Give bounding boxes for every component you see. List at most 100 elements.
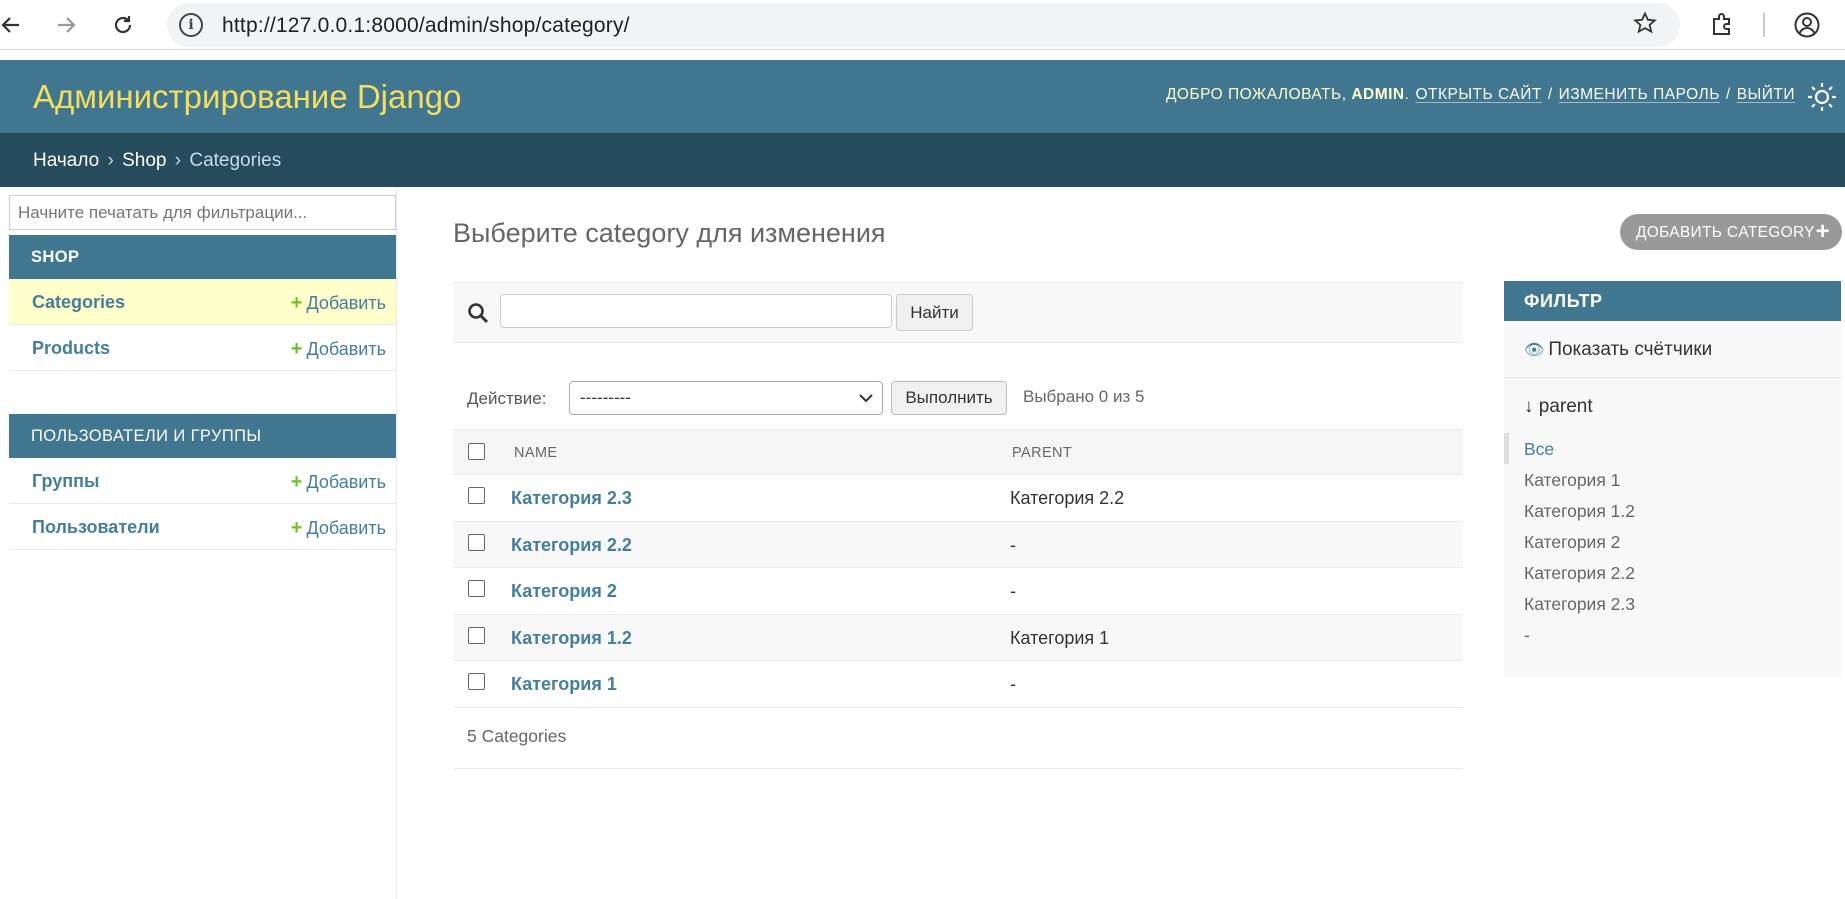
- back-arrow-icon[interactable]: [0, 8, 28, 42]
- model-link-groups[interactable]: Группы: [32, 471, 99, 492]
- filter-choice[interactable]: Категория 1.2: [1504, 495, 1841, 526]
- site-branding[interactable]: Администрирование Django: [33, 78, 461, 116]
- result-count: 5 Categories: [467, 725, 567, 746]
- plus-icon: +: [290, 471, 303, 493]
- change-password-link[interactable]: Изменить пароль: [1559, 86, 1720, 104]
- plus-icon: +: [290, 517, 303, 539]
- action-counter: Выбрано 0 из 5: [1023, 387, 1145, 406]
- action-select[interactable]: ---------: [569, 381, 883, 415]
- sidebar-item-products[interactable]: Products + Добавить: [9, 325, 396, 371]
- table-header: Name Parent: [453, 429, 1463, 475]
- row-checkbox[interactable]: [468, 487, 485, 504]
- logout-link[interactable]: Выйти: [1737, 86, 1795, 104]
- actions-bar: Действие: --------- Выполнить Выбрано 0 …: [453, 378, 1463, 428]
- run-action-button[interactable]: Выполнить: [891, 381, 1007, 415]
- browser-toolbar: i http://127.0.0.1:8000/admin/shop/categ…: [0, 0, 1845, 50]
- add-category-button[interactable]: Добавить category +: [1620, 214, 1842, 250]
- sidebar-item-groups[interactable]: Группы + Добавить: [9, 458, 396, 504]
- plus-icon: +: [290, 292, 303, 314]
- add-user-link[interactable]: + Добавить: [291, 517, 386, 540]
- action-label: Действие:: [467, 389, 547, 408]
- filter-choice[interactable]: Категория 2.2: [1504, 557, 1841, 588]
- filter-choice-empty[interactable]: -: [1504, 619, 1841, 650]
- site-info-icon[interactable]: i: [179, 13, 203, 37]
- filter-choice[interactable]: Категория 2: [1504, 526, 1841, 557]
- filter-choice-all[interactable]: Все: [1504, 433, 1841, 464]
- app-auth-caption[interactable]: Пользователи и группы: [9, 414, 396, 458]
- sidebar-item-users[interactable]: Пользователи + Добавить: [9, 504, 396, 550]
- changelist-search-toolbar: Найти: [453, 282, 1463, 343]
- action-select-value: ---------: [580, 388, 631, 407]
- select-all-checkbox[interactable]: [468, 443, 485, 460]
- view-site-link[interactable]: Открыть сайт: [1415, 86, 1541, 104]
- nav-sidebar: Shop Categories +Добавить Products +Доба…: [8, 187, 397, 899]
- theme-toggle-sun-icon[interactable]: [1805, 80, 1839, 114]
- add-product-link[interactable]: + Добавить: [291, 338, 386, 361]
- forward-arrow-icon[interactable]: [49, 8, 83, 42]
- row-parent: -: [1010, 534, 1016, 555]
- filter-choice[interactable]: Категория 2.3: [1504, 588, 1841, 619]
- result-list-table: Name Parent Категория 2.3 Категория 2.2 …: [453, 429, 1463, 769]
- search-icon: [467, 302, 489, 324]
- separator: /: [1547, 86, 1553, 103]
- row-parent: Категория 1: [1010, 627, 1110, 648]
- bookmark-star-icon[interactable]: [1630, 8, 1660, 38]
- table-row: Категория 2.3 Категория 2.2: [453, 475, 1463, 522]
- row-checkbox[interactable]: [468, 533, 485, 551]
- eye-icon: 👁: [1524, 342, 1545, 359]
- row-name-link[interactable]: Категория 2: [511, 581, 617, 602]
- column-header-parent[interactable]: Parent: [1012, 445, 1072, 461]
- paginator: 5 Categories: [453, 708, 1463, 769]
- extensions-icon[interactable]: [1705, 8, 1739, 42]
- add-group-link[interactable]: + Добавить: [291, 471, 386, 494]
- model-link-products[interactable]: Products: [32, 338, 110, 359]
- profile-icon[interactable]: [1790, 8, 1824, 42]
- model-link-categories[interactable]: Categories: [32, 292, 125, 313]
- toolbar-divider: [1763, 13, 1765, 37]
- app-shop-caption[interactable]: Shop: [9, 235, 396, 279]
- chevron-down-icon: [858, 390, 874, 411]
- show-counts-label: Показать счётчики: [1548, 339, 1713, 360]
- changelist-filter: Фильтр 👁 Показать счётчики ↓ parent Все К…: [1504, 281, 1841, 677]
- model-link-users[interactable]: Пользователи: [32, 517, 160, 538]
- add-category-link[interactable]: + Добавить: [291, 292, 386, 315]
- row-parent: -: [1010, 674, 1016, 694]
- site-header: Администрирование Django Добро пожаловат…: [0, 60, 1845, 133]
- plus-icon: +: [290, 338, 303, 360]
- row-parent: Категория 2.2: [1010, 488, 1125, 508]
- row-name-link[interactable]: Категория 2.2: [511, 535, 632, 556]
- breadcrumb: Начало › Shop › Categories: [0, 133, 1845, 187]
- user-tools: Добро пожаловать, admin. Открыть сайт / …: [1166, 86, 1795, 104]
- column-header-name[interactable]: Name: [514, 445, 558, 461]
- search-button[interactable]: Найти: [896, 294, 973, 331]
- row-name-link[interactable]: Категория 1.2: [511, 628, 632, 649]
- divider: [1504, 377, 1841, 378]
- breadcrumb-home[interactable]: Начало: [33, 150, 99, 171]
- search-input[interactable]: [500, 294, 892, 328]
- sidebar-item-categories[interactable]: Categories + Добавить: [9, 279, 396, 325]
- row-checkbox[interactable]: [468, 580, 485, 597]
- page-title: Выберите category для изменения: [453, 218, 886, 248]
- nav-filter-input[interactable]: [9, 195, 396, 230]
- table-row: Категория 2 -: [453, 568, 1463, 615]
- table-row: Категория 1.2 Категория 1: [453, 614, 1463, 661]
- add-category-button-label: Добавить category: [1636, 224, 1815, 241]
- row-parent: -: [1010, 581, 1016, 601]
- filter-choice[interactable]: Категория 1: [1504, 464, 1841, 495]
- show-counts-link[interactable]: 👁 Показать счётчики: [1524, 339, 1712, 361]
- breadcrumb-current: Categories: [189, 150, 282, 171]
- reload-icon[interactable]: [106, 8, 140, 42]
- url-text[interactable]: http://127.0.0.1:8000/admin/shop/categor…: [222, 14, 630, 38]
- breadcrumb-app[interactable]: Shop: [122, 150, 166, 171]
- table-row: Категория 2.2 -: [453, 521, 1463, 568]
- address-bar[interactable]: i http://127.0.0.1:8000/admin/shop/categ…: [167, 3, 1680, 47]
- welcome-text: Добро пожаловать, admin.: [1165, 86, 1410, 103]
- row-checkbox[interactable]: [468, 673, 485, 690]
- filter-field-heading[interactable]: ↓ parent: [1524, 396, 1593, 418]
- separator: /: [1725, 86, 1731, 103]
- row-checkbox[interactable]: [468, 626, 485, 644]
- row-name-link[interactable]: Категория 2.3: [511, 488, 632, 509]
- filter-choices: Все Категория 1 Категория 1.2 Категория …: [1504, 433, 1841, 650]
- filter-title: Фильтр: [1504, 281, 1841, 321]
- row-name-link[interactable]: Категория 1: [511, 674, 617, 695]
